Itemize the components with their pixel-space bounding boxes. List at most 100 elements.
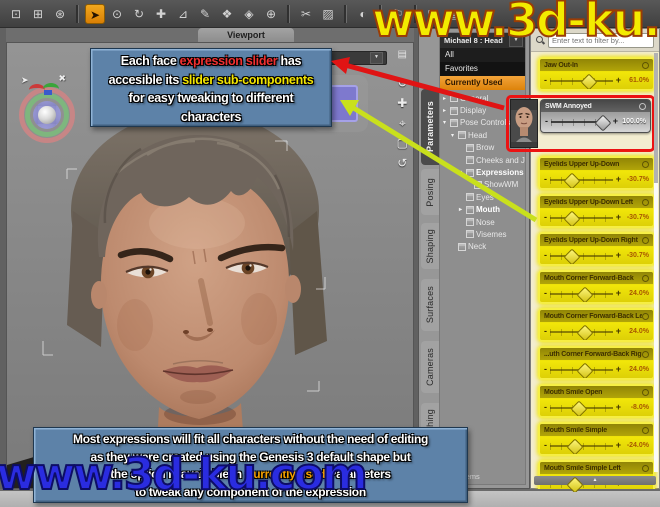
gear-icon[interactable] [642, 237, 649, 244]
nudge-up-button[interactable]: + [616, 251, 621, 260]
filter-all[interactable]: All [440, 48, 525, 62]
spot-render-icon[interactable]: ◐ [353, 4, 373, 24]
pane-tab-shaping[interactable]: Shaping [421, 223, 439, 269]
slider-handle[interactable] [580, 73, 597, 90]
slider-track[interactable] [550, 402, 613, 414]
tree-expand-down-icon[interactable]: ▾ [459, 169, 466, 176]
annotate-pointer-icon[interactable]: ⚐ [388, 4, 408, 24]
tree-item-expressions[interactable]: ▾Expressions [440, 166, 525, 178]
rotate-view-icon[interactable]: ↺ [397, 157, 408, 169]
pan-view-icon[interactable]: ✚ [397, 97, 408, 109]
slider-handle[interactable] [594, 114, 611, 131]
pane-tab-posing[interactable]: Posing [421, 169, 439, 215]
nudge-up-button[interactable]: + [616, 365, 621, 374]
tree-item-cheeks-and-jaw[interactable]: Cheeks and Jaw [440, 154, 525, 166]
character-tool-icon[interactable]: ⊕ [261, 4, 281, 24]
orbit-tool-icon[interactable]: ↻ [129, 4, 149, 24]
gear-icon[interactable] [642, 389, 649, 396]
pane-tab-parameters[interactable]: Parameters [421, 89, 439, 165]
nudge-down-button[interactable]: - [544, 251, 547, 260]
chevron-down-icon[interactable]: ▼ [509, 34, 523, 47]
nudge-up-button[interactable]: + [616, 76, 621, 85]
slider-track[interactable] [550, 75, 613, 87]
gear-icon[interactable] [642, 62, 649, 69]
nudge-down-button[interactable]: - [544, 327, 547, 336]
region-editor-icon[interactable]: ▨ [318, 4, 338, 24]
tree-expand-right-icon[interactable]: ▸ [443, 107, 450, 114]
gear-icon[interactable] [642, 161, 649, 168]
scale-tool-icon[interactable]: ⊿ [173, 4, 193, 24]
filter-currently-used[interactable]: Currently Used [440, 76, 525, 90]
nudge-down-button[interactable]: - [544, 365, 547, 374]
slider-track[interactable] [550, 440, 613, 452]
nudge-down-button[interactable]: - [544, 76, 547, 85]
render-icon[interactable]: ▣ [423, 4, 443, 24]
slider-track[interactable] [550, 250, 613, 262]
gear-icon[interactable] [642, 465, 649, 472]
nudge-down-button[interactable]: - [544, 441, 547, 450]
search-input[interactable] [548, 33, 654, 48]
slider-mouth-corner-forward-back-left[interactable]: Mouth Corner Forward-Back Left-+24.0% [538, 308, 655, 342]
slider-mouth-smile-simple[interactable]: Mouth Smile Simple-+-24.0% [538, 422, 655, 456]
slider-mouth-corner-forward-back[interactable]: Mouth Corner Forward-Back-+24.0% [538, 270, 655, 304]
scissors-tool-icon[interactable]: ✂ [296, 4, 316, 24]
gear-icon[interactable] [642, 427, 649, 434]
slider-jaw-out-in[interactable]: Jaw Out-In-+61.0% [538, 57, 655, 91]
render-settings-icon[interactable]: ▤ [445, 4, 465, 24]
gear-icon[interactable] [642, 351, 649, 358]
nudge-up-button[interactable]: + [616, 213, 621, 222]
slider-uth-corner-forward-back-right[interactable]: ...uth Corner Forward-Back Right-+24.0% [538, 346, 655, 380]
nudge-down-button[interactable]: - [545, 117, 548, 126]
nudge-down-button[interactable]: - [544, 213, 547, 222]
nudge-down-button[interactable]: - [544, 403, 547, 412]
nudge-up-button[interactable]: + [616, 403, 621, 412]
view-orbit-widget[interactable] [19, 87, 75, 143]
slider-handle[interactable] [570, 400, 587, 417]
nudge-down-button[interactable]: - [544, 289, 547, 298]
gear-icon[interactable] [639, 103, 646, 110]
tree-item-visemes[interactable]: Visemes [440, 228, 525, 240]
gear-icon[interactable] [642, 275, 649, 282]
nudge-up-button[interactable]: + [616, 327, 621, 336]
slider-handle[interactable] [563, 210, 580, 227]
filter-favorites[interactable]: Favorites [440, 62, 525, 76]
viewport-menu-icon[interactable]: ▤ [398, 49, 407, 60]
pin-icon[interactable]: ➤ [21, 75, 29, 86]
translate-tool-icon[interactable]: ✚ [151, 4, 171, 24]
slider-eyelids-upper-up-down-right[interactable]: Eyelids Upper Up-Down Right-+-30.7% [538, 232, 655, 266]
gear-icon[interactable] [642, 199, 649, 206]
slider-swm-annoyed[interactable]: SWM Annoyed-+100.0% [540, 99, 651, 133]
slider-handle[interactable] [567, 438, 584, 455]
scroll-up-strip[interactable]: ▲ [534, 476, 656, 485]
slider-track[interactable] [550, 288, 613, 300]
tree-item-nose[interactable]: Nose [440, 216, 525, 228]
figure-list-icon[interactable]: ⊛ [50, 4, 70, 24]
zoom-view-icon[interactable]: ⌖ [397, 117, 408, 129]
surface-selection-tool-icon[interactable]: ◈ [239, 4, 259, 24]
slider-track[interactable] [551, 116, 610, 128]
chevron-down-icon[interactable]: ▼ [370, 52, 383, 64]
scrollbar-thumb[interactable] [654, 53, 658, 183]
tree-expand-down-icon[interactable]: ▾ [443, 119, 450, 126]
nudge-up-button[interactable]: + [616, 289, 621, 298]
nudge-up-button[interactable]: + [616, 175, 621, 184]
nudge-down-button[interactable]: - [544, 175, 547, 184]
tree-item-eyes[interactable]: Eyes [440, 191, 525, 203]
tree-expand-down-icon[interactable]: ▾ [451, 132, 458, 139]
tree-item-neck[interactable]: Neck [440, 241, 525, 253]
frame-view-icon[interactable]: ▢ [397, 137, 408, 149]
slider-handle[interactable] [563, 248, 580, 265]
node-list-icon[interactable]: ⊞ [28, 4, 48, 24]
slider-track[interactable] [550, 174, 613, 186]
tree-expand-right-icon[interactable]: ▸ [443, 95, 450, 102]
joint-editor-tool-icon[interactable]: ✎ [195, 4, 215, 24]
slider-eyelids-upper-up-down[interactable]: Eyelids Upper Up-Down-+-30.7% [538, 156, 655, 190]
rotate-tool-icon[interactable]: ⊙ [107, 4, 127, 24]
slider-track[interactable] [550, 326, 613, 338]
nudge-up-button[interactable]: + [616, 441, 621, 450]
tree-item-showwm[interactable]: ShowWM [440, 179, 525, 191]
slider-handle[interactable] [563, 172, 580, 189]
orbit-sphere[interactable] [33, 101, 61, 129]
slider-handle[interactable] [577, 286, 594, 303]
tree-expand-right-icon[interactable]: ▸ [459, 206, 466, 213]
